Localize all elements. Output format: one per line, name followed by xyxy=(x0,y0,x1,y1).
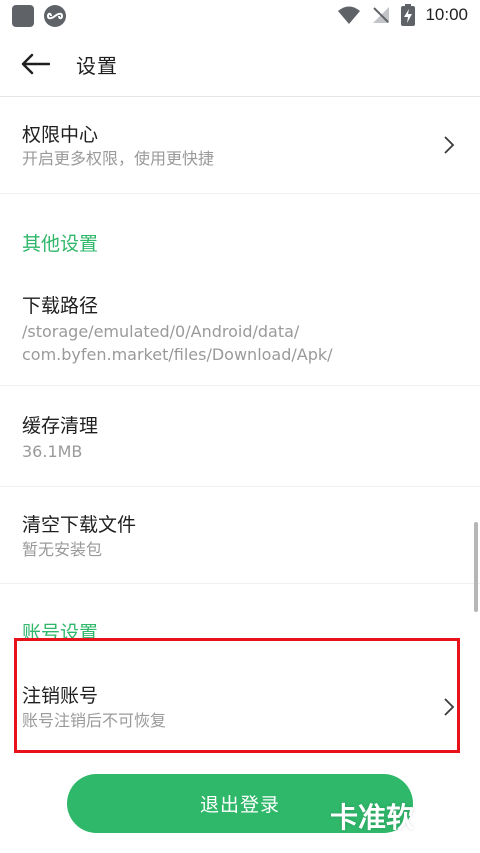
infinity-app-icon xyxy=(44,5,66,27)
app-square-icon xyxy=(12,5,34,27)
section-header-other: 其他设置 xyxy=(22,233,99,255)
row-title: 缓存清理 xyxy=(22,415,99,437)
row-subtitle: 开启更多权限，使用更快捷 xyxy=(22,149,215,168)
status-right-icons: 10:00 xyxy=(337,4,468,26)
app-bar: 设置 xyxy=(0,32,480,97)
settings-row-download-path[interactable]: 下载路径 /storage/emulated/0/Android/data/ c… xyxy=(0,270,480,386)
status-bar: 10:00 xyxy=(0,0,480,32)
back-button[interactable] xyxy=(18,48,52,80)
watermark-text: 卡准软 xyxy=(330,801,415,834)
highlight-box xyxy=(14,638,460,753)
row-subtitle: 暂无安装包 xyxy=(22,540,103,559)
settings-row-permissions[interactable]: 权限中心 开启更多权限，使用更快捷 xyxy=(0,97,480,194)
settings-row-cache[interactable]: 缓存清理 36.1MB xyxy=(0,386,480,487)
row-subtitle: /storage/emulated/0/Android/data/ com.by… xyxy=(22,322,333,364)
arrow-left-icon xyxy=(21,53,50,75)
status-time: 10:00 xyxy=(425,5,468,24)
settings-row-clear-downloads[interactable]: 清空下载文件 暂无安装包 xyxy=(0,487,480,584)
chevron-right-icon xyxy=(444,136,455,154)
scrollbar-thumb[interactable] xyxy=(474,522,478,612)
row-subtitle: 36.1MB xyxy=(22,442,83,461)
status-left-icons xyxy=(12,5,66,27)
no-signal-icon xyxy=(373,7,390,23)
row-title: 下载路径 xyxy=(22,295,99,317)
battery-charging-icon xyxy=(401,4,416,26)
row-title: 权限中心 xyxy=(22,124,99,146)
wifi-icon xyxy=(338,6,361,24)
row-title: 清空下载文件 xyxy=(22,514,137,536)
page-title: 设置 xyxy=(76,54,118,78)
